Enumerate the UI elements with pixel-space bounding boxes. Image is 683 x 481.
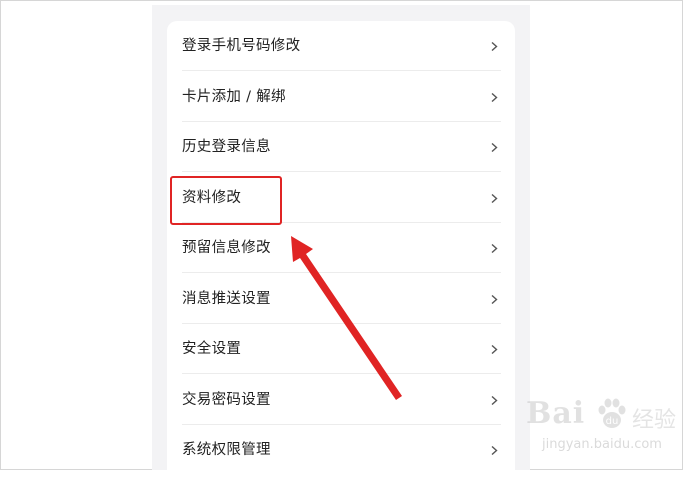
chevron-right-icon bbox=[491, 295, 498, 304]
highlight-box bbox=[170, 176, 282, 225]
menu-item-label: 卡片添加 / 解绑 bbox=[182, 89, 286, 105]
chevron-right-icon bbox=[491, 396, 498, 405]
divider bbox=[182, 171, 501, 172]
menu-item-login-history[interactable]: 历史登录信息 bbox=[167, 122, 515, 172]
menu-item-reserved-info[interactable]: 预留信息修改 bbox=[167, 223, 515, 273]
divider bbox=[182, 70, 501, 71]
chevron-right-icon bbox=[491, 143, 498, 152]
chevron-right-icon bbox=[491, 244, 498, 253]
chevron-right-icon bbox=[491, 42, 498, 51]
chevron-right-icon bbox=[491, 194, 498, 203]
divider bbox=[182, 272, 501, 273]
chevron-right-icon bbox=[491, 446, 498, 455]
menu-item-trade-password[interactable]: 交易密码设置 bbox=[167, 375, 515, 425]
menu-item-label: 交易密码设置 bbox=[182, 392, 271, 408]
menu-item-push-settings[interactable]: 消息推送设置 bbox=[167, 274, 515, 324]
chevron-right-icon bbox=[491, 345, 498, 354]
chevron-right-icon bbox=[491, 93, 498, 102]
menu-item-login-phone[interactable]: 登录手机号码修改 bbox=[167, 21, 515, 71]
menu-item-card-bind[interactable]: 卡片添加 / 解绑 bbox=[167, 72, 515, 122]
settings-menu-card: 登录手机号码修改 卡片添加 / 解绑 历史登录信息 资料修改 预留信息修改 消息… bbox=[167, 21, 515, 481]
menu-item-label: 安全设置 bbox=[182, 341, 242, 357]
menu-item-security[interactable]: 安全设置 bbox=[167, 324, 515, 374]
divider bbox=[182, 373, 501, 374]
menu-item-label: 预留信息修改 bbox=[182, 240, 271, 256]
menu-item-label: 消息推送设置 bbox=[182, 291, 271, 307]
menu-item-permissions[interactable]: 系统权限管理 bbox=[167, 425, 515, 475]
menu-item-label: 系统权限管理 bbox=[182, 442, 271, 458]
menu-item-label: 历史登录信息 bbox=[182, 139, 271, 155]
menu-item-label: 登录手机号码修改 bbox=[182, 38, 301, 54]
